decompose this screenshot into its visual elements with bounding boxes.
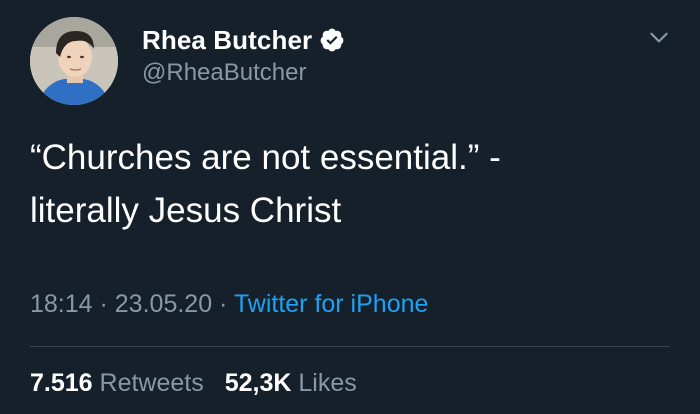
avatar[interactable] [30, 17, 118, 105]
retweets-stat[interactable]: 7.516 Retweets [30, 369, 204, 397]
chevron-down-icon[interactable] [646, 24, 672, 50]
tweet-time[interactable]: 18:14 [30, 290, 93, 318]
tweet-text-line-1: “Churches are not essential.” - [30, 138, 501, 177]
author-name-row[interactable]: Rhea Butcher [142, 24, 345, 56]
divider [30, 346, 670, 347]
tweet-date[interactable]: 23.05.20 [115, 290, 212, 318]
tweet-meta: 18:14 · 23.05.20 · Twitter for iPhone [30, 290, 428, 319]
meta-separator: · [92, 290, 115, 318]
retweets-count: 7.516 [30, 369, 93, 397]
tweet-source-link[interactable]: Twitter for iPhone [234, 290, 429, 318]
author-handle[interactable]: @RheaButcher [142, 59, 306, 87]
likes-label: Likes [298, 369, 357, 397]
likes-stat[interactable]: 52,3K Likes [225, 369, 357, 397]
meta-separator-2: · [212, 290, 234, 318]
tweet-card: Rhea Butcher @RheaButcher “Churches are … [0, 0, 700, 414]
tweet-text-line-2: literally Jesus Christ [30, 191, 342, 230]
tweet-stats: 7.516 Retweets 52,3K Likes [30, 369, 371, 398]
likes-count: 52,3K [224, 369, 292, 397]
tweet-text: “Churches are not essential.” - literall… [30, 131, 650, 237]
verified-badge-icon [319, 27, 345, 53]
retweets-label: Retweets [99, 369, 204, 397]
display-name[interactable]: Rhea Butcher [142, 25, 312, 56]
avatar-image [30, 17, 118, 105]
